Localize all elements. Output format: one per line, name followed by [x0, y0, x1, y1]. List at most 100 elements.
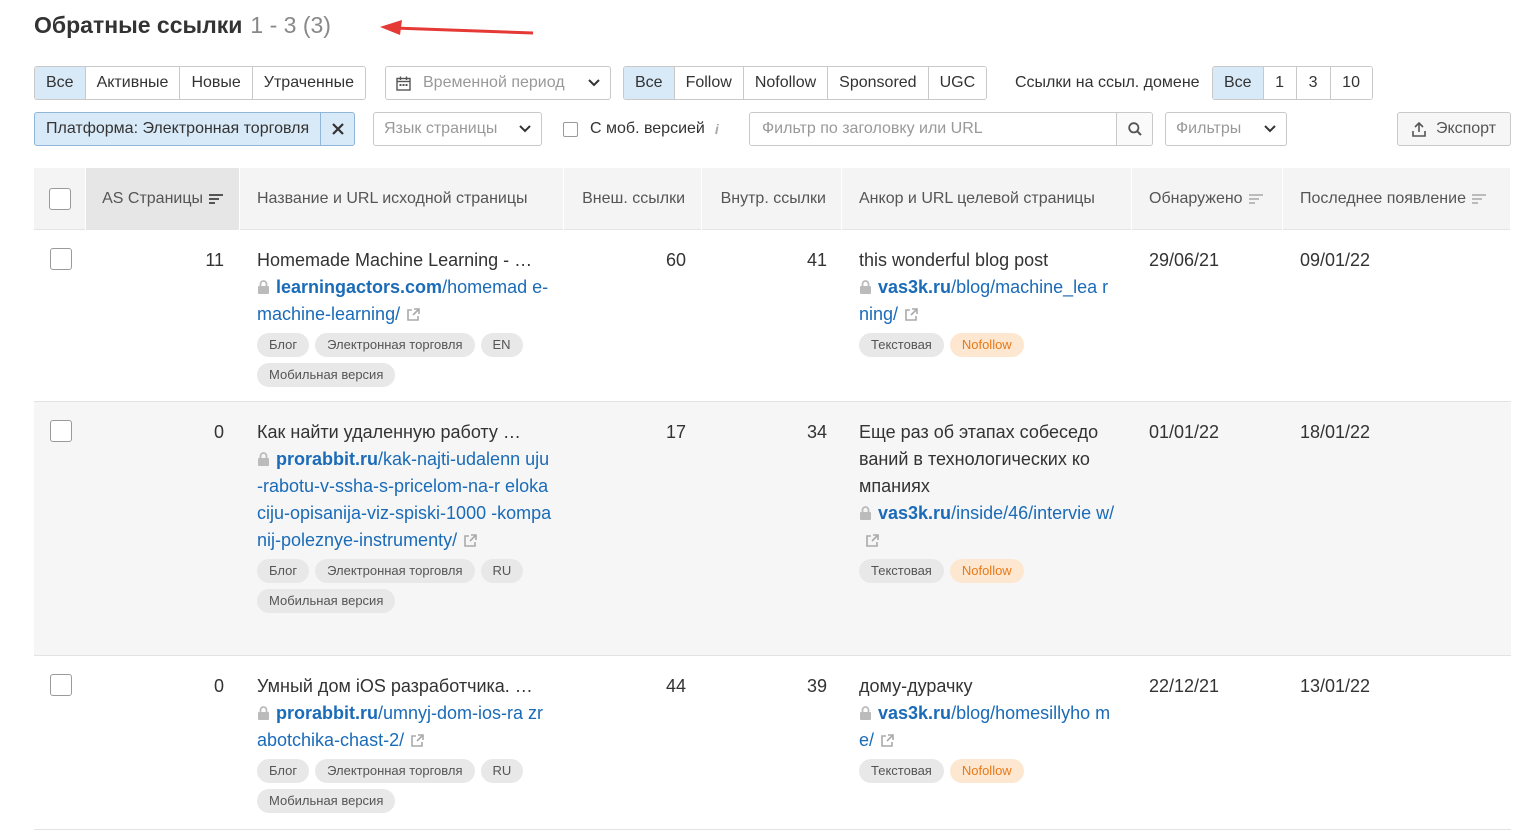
- period-dropdown[interactable]: Временной период: [385, 66, 611, 100]
- per-domain-all[interactable]: Все: [1213, 67, 1264, 99]
- red-arrow-annotation: [380, 20, 534, 35]
- type-filter-sponsored[interactable]: Sponsored: [828, 67, 929, 99]
- external-link-icon[interactable]: [865, 533, 880, 548]
- chevron-down-icon: [1264, 125, 1276, 133]
- status-filter-lost[interactable]: Утраченные: [252, 67, 366, 99]
- mobile-version-label: С моб. версией: [590, 120, 705, 137]
- source-tags: Блог Электронная торговля EN Мобильная в…: [257, 333, 552, 387]
- tag: Текстовая: [859, 559, 944, 583]
- target-url[interactable]: vas3k.ru/blog/machine_lea rning/: [859, 274, 1117, 328]
- search-input[interactable]: [750, 113, 1116, 145]
- external-link-icon[interactable]: [410, 733, 425, 748]
- source-title[interactable]: Умный дом iOS разработчика. …: [257, 673, 552, 700]
- column-last-seen[interactable]: Последнее появление: [1283, 168, 1511, 230]
- target-tags: Текстовая Nofollow: [859, 759, 1117, 783]
- column-source: Название и URL исходной страницы: [240, 168, 564, 230]
- select-all-cell: [34, 168, 86, 230]
- column-as[interactable]: AS Страницы: [86, 168, 240, 230]
- sort-icon: [209, 194, 223, 204]
- remove-filter-button[interactable]: [321, 113, 354, 145]
- source-cell: Homemade Machine Learning - … learningac…: [257, 247, 552, 387]
- backlinks-table: AS Страницы Название и URL исходной стра…: [34, 168, 1511, 830]
- source-title[interactable]: Homemade Machine Learning - …: [257, 247, 552, 274]
- filters-dropdown[interactable]: Фильтры: [1165, 112, 1287, 146]
- target-domain: vas3k.ru: [878, 703, 952, 723]
- table-row: 0 Умный дом iOS разработчика. … prorabbi…: [34, 656, 1511, 830]
- close-icon: [331, 123, 344, 135]
- source-title[interactable]: Как найти удаленную работу …: [257, 419, 552, 446]
- tag: RU: [480, 759, 524, 783]
- table-row: 11 Homemade Machine Learning - … learnin…: [34, 230, 1511, 402]
- language-dropdown[interactable]: Язык страницы: [373, 112, 542, 146]
- source-url[interactable]: prorabbit.ru/kak-najti-udalenn uju-rabot…: [257, 446, 552, 554]
- source-url[interactable]: prorabbit.ru/umnyj-dom-ios-ra zrabotchik…: [257, 700, 552, 754]
- type-filter-nofollow[interactable]: Nofollow: [743, 67, 829, 99]
- export-button[interactable]: Экспорт: [1397, 112, 1511, 146]
- select-all-checkbox[interactable]: [48, 188, 71, 210]
- tag: Текстовая: [859, 759, 944, 783]
- status-filter-all[interactable]: Все: [35, 67, 86, 99]
- nofollow-tag: Nofollow: [949, 333, 1024, 357]
- row-checkbox[interactable]: [50, 674, 72, 696]
- tag: Электронная торговля: [315, 333, 475, 357]
- external-link-icon[interactable]: [880, 733, 895, 748]
- lock-icon: [258, 452, 269, 466]
- internal-links-value: 34: [806, 422, 827, 442]
- per-domain-10[interactable]: 10: [1330, 67, 1372, 99]
- chevron-down-icon: [588, 79, 600, 87]
- last-seen-value: 09/01/22: [1300, 250, 1371, 270]
- target-domain: vas3k.ru: [878, 277, 952, 297]
- type-filter-ugc[interactable]: UGC: [928, 67, 987, 99]
- source-url[interactable]: learningactors.com/homemad e-machine-lea…: [257, 274, 552, 328]
- external-link-icon[interactable]: [904, 307, 919, 322]
- external-link-icon[interactable]: [406, 307, 421, 322]
- search-icon: [1127, 122, 1142, 136]
- status-filter-new[interactable]: Новые: [180, 67, 253, 99]
- tag: Текстовая: [859, 333, 944, 357]
- tag: RU: [480, 559, 524, 583]
- column-first-seen[interactable]: Обнаружено: [1132, 168, 1283, 230]
- page-header: Обратные ссылки 1 - 3 (3): [34, 10, 331, 40]
- target-url[interactable]: vas3k.ru/inside/46/intervie w/: [859, 500, 1117, 554]
- first-seen-value: 01/01/22: [1149, 422, 1220, 442]
- table-row: 0 Как найти удаленную работу … prorabbit…: [34, 402, 1511, 656]
- table-header: AS Страницы Название и URL исходной стра…: [34, 168, 1511, 230]
- tag: Электронная торговля: [315, 759, 475, 783]
- column-source-label: Название и URL исходной страницы: [257, 190, 528, 207]
- status-filter-active[interactable]: Активные: [85, 67, 181, 99]
- type-filter-follow[interactable]: Follow: [674, 67, 744, 99]
- tag: Мобильная версия: [257, 363, 396, 387]
- row-checkbox[interactable]: [50, 420, 72, 442]
- lock-icon: [860, 280, 871, 294]
- results-count: 1 - 3 (3): [250, 11, 331, 38]
- per-domain-3[interactable]: 3: [1296, 67, 1331, 99]
- type-filter-all[interactable]: Все: [624, 67, 675, 99]
- anchor-cell: this wonderful blog post vas3k.ru/blog/m…: [859, 247, 1117, 357]
- tag: Мобильная версия: [257, 789, 396, 813]
- mobile-version-checkbox[interactable]: [563, 121, 578, 137]
- source-tags: Блог Электронная торговля RU Мобильная в…: [257, 759, 552, 813]
- source-domain: prorabbit.ru: [276, 703, 378, 723]
- per-domain-label: Ссылки на ссыл. домене: [1015, 74, 1200, 91]
- platform-filter-chip: Платформа: Электронная торговля: [34, 112, 356, 146]
- source-domain: prorabbit.ru: [276, 449, 378, 469]
- nofollow-tag: Nofollow: [949, 559, 1024, 583]
- lock-icon: [860, 706, 871, 720]
- external-links-value: 17: [665, 422, 686, 442]
- target-url[interactable]: vas3k.ru/blog/homesillyho me/: [859, 700, 1117, 754]
- per-domain-filter: Все 1 3 10: [1212, 66, 1373, 100]
- per-domain-1[interactable]: 1: [1263, 67, 1297, 99]
- target-domain: vas3k.ru: [878, 503, 952, 523]
- info-icon[interactable]: i: [715, 121, 719, 137]
- source-cell: Умный дом iOS разработчика. … prorabbit.…: [257, 673, 552, 813]
- column-first-seen-label: Обнаружено: [1149, 190, 1243, 207]
- source-tags: Блог Электронная торговля RU Мобильная в…: [257, 559, 552, 613]
- column-external-links: Внеш. ссылки: [564, 168, 702, 230]
- row-checkbox[interactable]: [50, 248, 72, 270]
- source-cell: Как найти удаленную работу … prorabbit.r…: [257, 419, 552, 613]
- sort-icon: [1248, 194, 1263, 204]
- export-icon: [1412, 121, 1426, 137]
- external-link-icon[interactable]: [463, 533, 478, 548]
- search-button[interactable]: [1116, 113, 1152, 145]
- first-seen-value: 22/12/21: [1149, 676, 1220, 696]
